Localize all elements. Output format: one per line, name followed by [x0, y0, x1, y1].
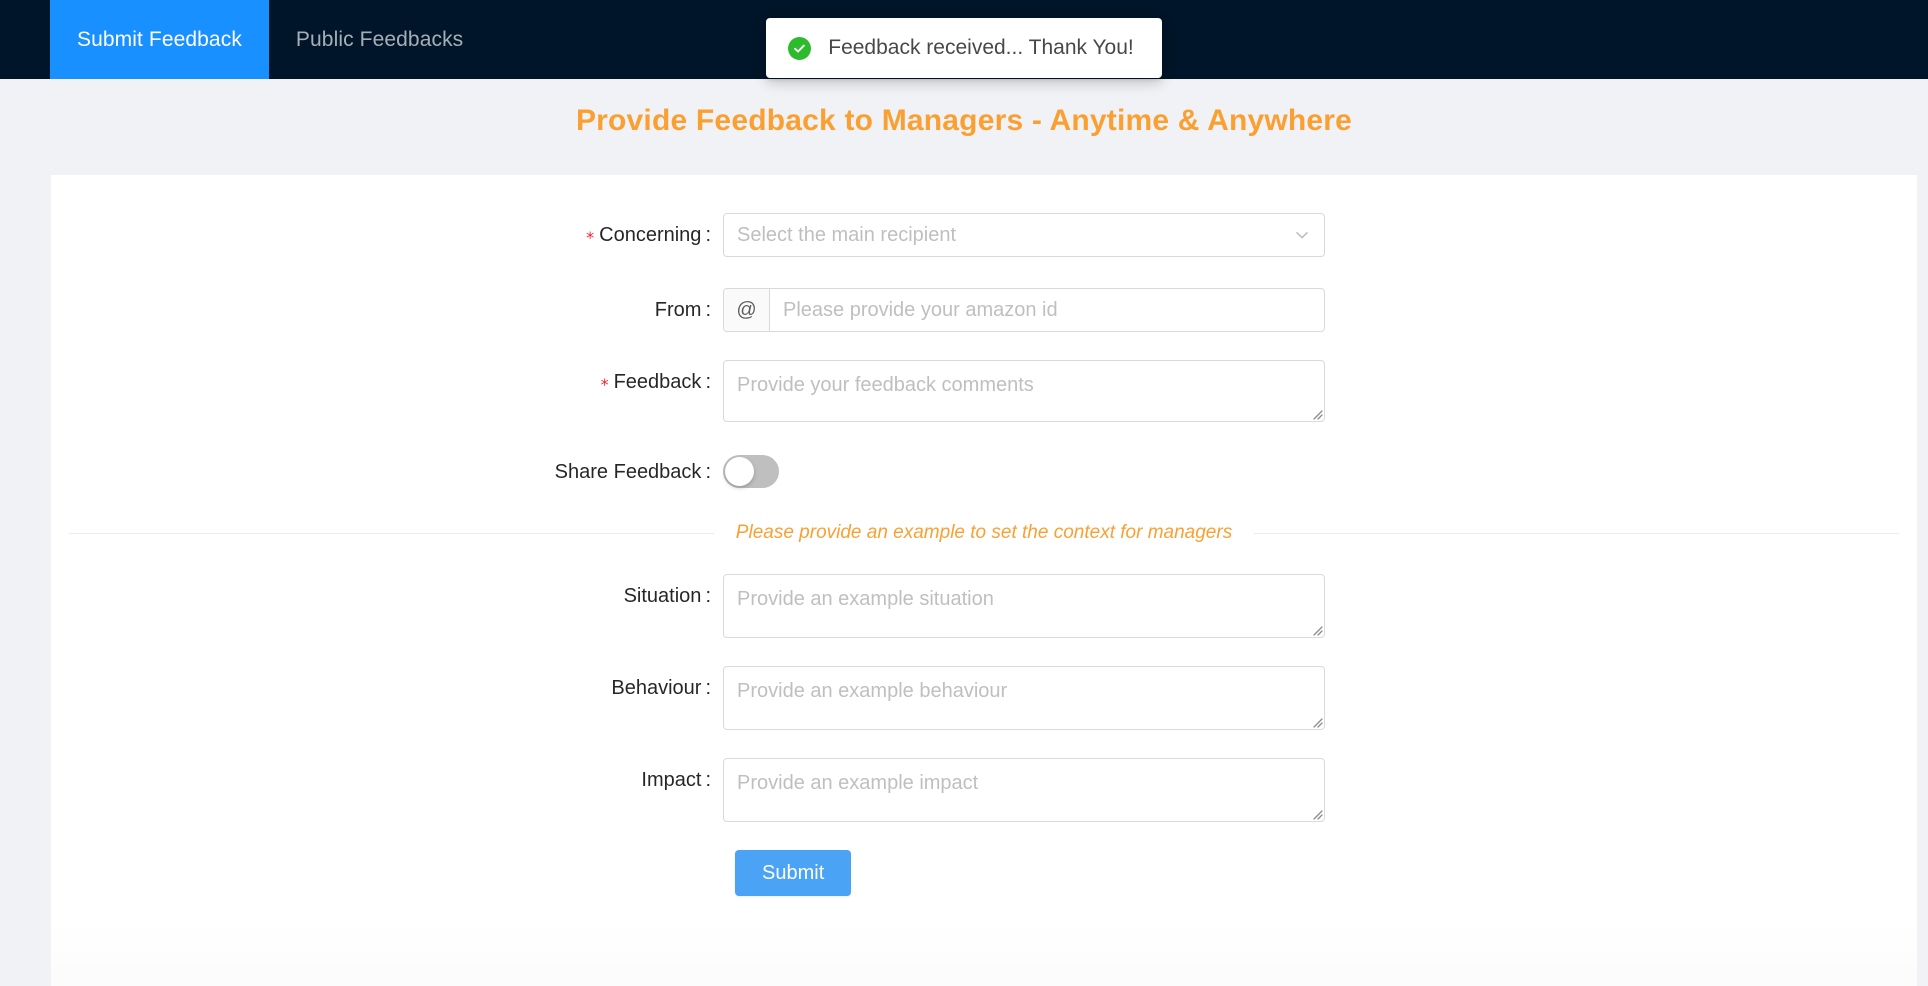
control-feedback — [723, 360, 1325, 422]
toast-notification[interactable]: Feedback received... Thank You! — [766, 18, 1162, 78]
label-behaviour: Behaviour: — [51, 666, 723, 710]
form-row-behaviour: Behaviour: — [51, 666, 1917, 730]
situation-textarea[interactable] — [723, 574, 1325, 638]
control-concerning: Select the main recipient — [723, 213, 1325, 257]
check-circle-icon — [788, 36, 812, 60]
label-colon-concerning: : — [705, 224, 711, 246]
label-share-feedback: Share Feedback: — [51, 450, 723, 494]
behaviour-textarea[interactable] — [723, 666, 1325, 730]
form-row-submit: Submit — [51, 850, 1917, 896]
label-situation: Situation: — [51, 574, 723, 618]
divider-text: Please provide an example to set the con… — [735, 522, 1233, 543]
form-row-impact: Impact: — [51, 758, 1917, 822]
label-concerning-text: Concerning — [599, 224, 702, 246]
nav-tab-submit-feedback[interactable]: Submit Feedback — [50, 0, 269, 79]
feedback-textarea-wrap — [723, 360, 1325, 422]
feedback-form: *Concerning: Select the main recipient — [51, 175, 1917, 896]
from-input-group: @ — [723, 288, 1325, 332]
toggle-knob — [725, 457, 754, 486]
situation-textarea-wrap — [723, 574, 1325, 638]
control-behaviour — [723, 666, 1325, 730]
form-row-from: From: @ — [51, 288, 1917, 332]
nav-tab-public-feedbacks[interactable]: Public Feedbacks — [269, 0, 490, 79]
label-behaviour-text: Behaviour — [611, 677, 702, 699]
submit-button[interactable]: Submit — [735, 850, 852, 896]
example-section-divider: Please provide an example to set the con… — [69, 522, 1899, 544]
concerning-select[interactable]: Select the main recipient — [723, 213, 1325, 257]
feedback-form-card: *Concerning: Select the main recipient — [51, 175, 1917, 986]
impact-textarea[interactable] — [723, 758, 1325, 822]
control-impact — [723, 758, 1325, 822]
at-symbol-icon: @ — [724, 289, 770, 331]
page-title: Provide Feedback to Managers - Anytime &… — [575, 104, 1353, 137]
top-navbar: Submit Feedback Public Feedbacks Feedbac… — [0, 0, 1928, 79]
required-marker-feedback: * — [600, 375, 609, 394]
label-feedback-text: Feedback — [613, 371, 702, 393]
label-colon-from: : — [705, 299, 711, 321]
form-row-feedback: * Feedback: — [51, 360, 1917, 422]
label-impact: Impact: — [51, 758, 723, 802]
label-colon-behaviour: : — [705, 677, 711, 699]
share-feedback-toggle[interactable] — [723, 455, 779, 488]
toast-message: Feedback received... Thank You! — [828, 36, 1134, 59]
label-situation-text: Situation — [623, 585, 702, 607]
control-from: @ — [723, 288, 1325, 332]
control-share-feedback — [723, 450, 1325, 488]
submit-spacer — [51, 850, 735, 896]
nav-tab-public-feedbacks-label: Public Feedbacks — [295, 27, 464, 51]
label-colon-situation: : — [705, 585, 711, 607]
divider-line-right — [1254, 532, 1899, 534]
control-situation — [723, 574, 1325, 638]
chevron-down-icon — [1294, 227, 1310, 243]
divider-line-left — [69, 532, 714, 534]
label-colon-feedback: : — [705, 371, 711, 393]
from-input[interactable] — [770, 289, 1324, 331]
label-from: From: — [51, 288, 723, 332]
label-from-text: From — [654, 299, 702, 321]
feedback-textarea[interactable] — [723, 360, 1325, 422]
page-body: Provide Feedback to Managers - Anytime &… — [0, 79, 1928, 986]
concerning-select-placeholder: Select the main recipient — [737, 223, 957, 246]
label-share-feedback-text: Share Feedback — [554, 461, 702, 483]
label-impact-text: Impact — [641, 769, 702, 791]
impact-textarea-wrap — [723, 758, 1325, 822]
form-row-concerning: * Concerning: Select the main recipient — [51, 213, 1917, 260]
required-marker-concerning: * — [586, 228, 595, 247]
label-concerning: * Concerning: — [51, 213, 723, 260]
form-row-situation: Situation: — [51, 574, 1917, 638]
label-colon-impact: : — [705, 769, 711, 791]
nav-tab-submit-feedback-label: Submit Feedback — [77, 27, 242, 51]
behaviour-textarea-wrap — [723, 666, 1325, 730]
form-row-share-feedback: Share Feedback: — [51, 450, 1917, 494]
label-feedback: * Feedback: — [51, 360, 723, 407]
label-colon-share-feedback: : — [705, 461, 711, 483]
